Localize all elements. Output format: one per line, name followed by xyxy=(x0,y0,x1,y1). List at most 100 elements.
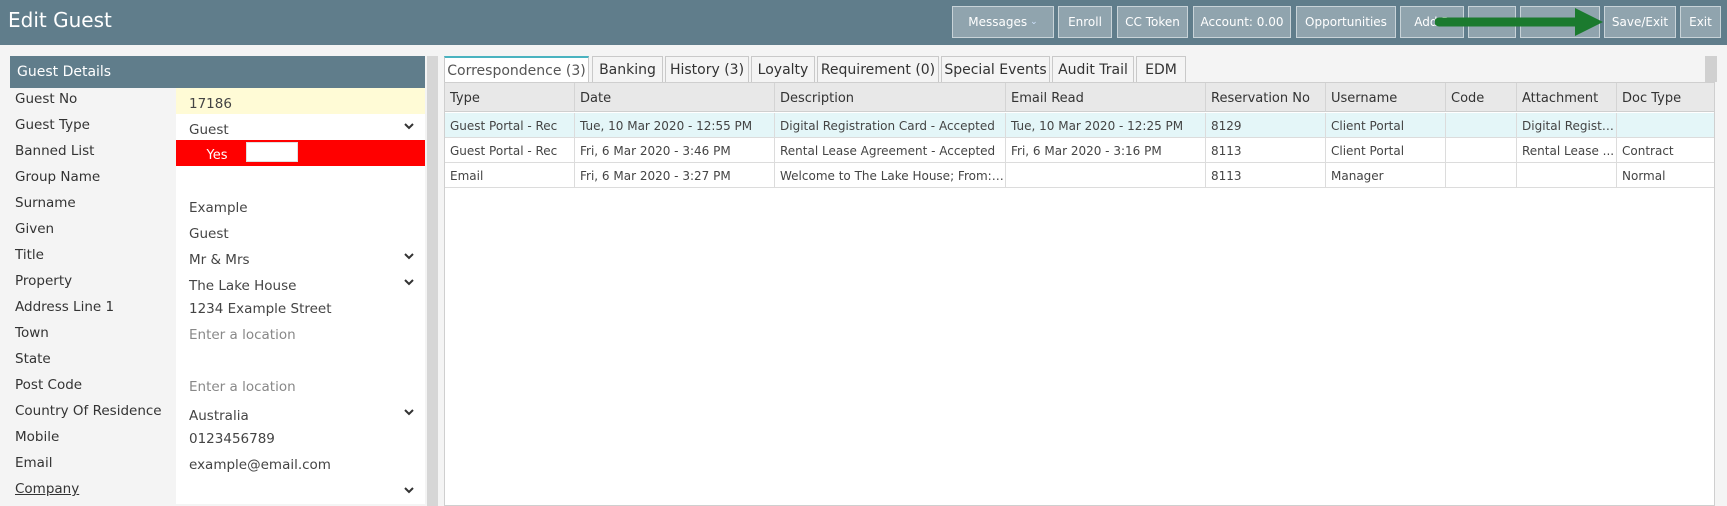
cell-attachment[interactable] xyxy=(1517,163,1617,188)
town-field[interactable]: Enter a location xyxy=(176,322,425,348)
field-row-address: Address Line 1 1234 Example Street xyxy=(10,296,425,322)
cell-doc-type: Contract xyxy=(1622,144,1674,158)
field-row-group-name: Group Name xyxy=(10,166,425,192)
cell-email-read xyxy=(1006,163,1206,188)
email-field[interactable]: example@email.com xyxy=(176,452,425,478)
field-label: Banned List xyxy=(10,140,176,166)
exit-button[interactable]: Exit xyxy=(1680,6,1721,38)
field-label: Country Of Residence xyxy=(10,400,176,426)
cell-email-read: Fri, 6 Mar 2020 - 3:16 PM xyxy=(1006,138,1206,163)
cell-code xyxy=(1446,113,1517,138)
field-label: Mobile xyxy=(10,426,176,452)
tab-requirement[interactable]: Requirement (0) xyxy=(817,56,939,82)
cell-username: Client Portal xyxy=(1326,113,1446,138)
table-row[interactable]: Guest Portal - Rec Fri, 6 Mar 2020 - 3:4… xyxy=(445,138,1714,163)
field-row-guest-type: Guest Type Guest xyxy=(10,114,425,140)
cell-reservation-no: 8113 xyxy=(1206,138,1326,163)
given-name-field[interactable]: Guest xyxy=(176,218,425,244)
column-header-attachment[interactable]: Attachment xyxy=(1517,83,1617,112)
guest-no-field[interactable]: 17186 xyxy=(176,88,425,114)
title-select[interactable]: Mr & Mrs xyxy=(176,244,425,270)
guest-type-select[interactable]: Guest xyxy=(176,114,425,140)
field-label: Given xyxy=(10,218,176,244)
messages-button[interactable]: Messages ⌄ xyxy=(952,6,1054,38)
field-row-country: Country Of Residence Australia xyxy=(10,400,425,426)
cell-code xyxy=(1446,163,1517,188)
column-header-description[interactable]: Description xyxy=(775,83,1006,112)
right-scrollbar[interactable] xyxy=(1705,56,1717,82)
enroll-button[interactable]: Enroll xyxy=(1058,6,1112,38)
country-select[interactable]: Australia xyxy=(176,400,425,426)
title-value: Mr & Mrs xyxy=(189,252,250,268)
field-row-mobile: Mobile 0123456789 xyxy=(10,426,425,452)
state-field[interactable] xyxy=(176,348,425,374)
column-header-doc-type[interactable]: Doc Type xyxy=(1617,83,1714,112)
country-value: Australia xyxy=(189,408,249,424)
field-label: Guest Type xyxy=(10,114,176,140)
column-header-date[interactable]: Date xyxy=(575,83,775,112)
group-name-field[interactable] xyxy=(176,166,425,192)
toolbar-button[interactable] xyxy=(1520,6,1600,38)
table-row[interactable]: Email Fri, 6 Mar 2020 - 3:27 PM Welcome … xyxy=(445,163,1714,188)
post-code-field[interactable]: Enter a location xyxy=(176,374,425,400)
toolbar-button[interactable] xyxy=(1468,6,1516,38)
left-scrollbar[interactable] xyxy=(427,56,438,506)
field-row-state: State xyxy=(10,348,425,374)
mobile-field[interactable]: 0123456789 xyxy=(176,426,425,452)
field-row-property: Property The Lake House xyxy=(10,270,425,296)
column-header-code[interactable]: Code xyxy=(1446,83,1517,112)
property-value: The Lake House xyxy=(189,278,297,294)
field-row-guest-no: Guest No 17186 xyxy=(10,88,425,114)
field-row-town: Town Enter a location xyxy=(10,322,425,348)
column-header-email-read[interactable]: Email Read xyxy=(1006,83,1206,112)
field-row-post-code: Post Code Enter a location xyxy=(10,374,425,400)
column-header-username[interactable]: Username xyxy=(1326,83,1446,112)
opportunities-button[interactable]: Opportunities xyxy=(1296,6,1396,38)
surname-field[interactable]: Example xyxy=(176,192,425,218)
cell-date: Tue, 10 Mar 2020 - 12:55 PM xyxy=(575,113,775,138)
chevron-down-icon xyxy=(404,253,414,260)
tab-audit-trail[interactable]: Audit Trail xyxy=(1052,56,1134,82)
guest-details-header: Guest Details xyxy=(10,56,425,88)
tab-correspondence[interactable]: Correspondence (3) xyxy=(444,56,589,83)
property-select[interactable]: The Lake House xyxy=(176,270,425,296)
field-label: State xyxy=(10,348,176,374)
table-row[interactable]: Guest Portal - Rec Tue, 10 Mar 2020 - 12… xyxy=(445,113,1714,138)
cell-description: Digital Registration Card - Accepted xyxy=(775,113,1006,138)
company-link[interactable]: Company xyxy=(10,478,176,504)
banned-list-toggle[interactable]: Yes xyxy=(176,140,425,166)
field-row-banned-list: Banned List Yes xyxy=(10,140,425,166)
company-select[interactable] xyxy=(176,478,425,504)
guest-type-value: Guest xyxy=(189,122,229,138)
cell-type: Guest Portal - Rec xyxy=(445,138,575,163)
column-header-type[interactable]: Type xyxy=(445,83,575,112)
address-line-1-field[interactable]: 1234 Example Street xyxy=(176,296,425,322)
cell-doc-type: Normal xyxy=(1622,169,1666,183)
tab-banking[interactable]: Banking xyxy=(592,56,663,82)
chevron-down-icon xyxy=(404,409,414,416)
column-header-reservation-no[interactable]: Reservation No xyxy=(1206,83,1326,112)
field-label: Group Name xyxy=(10,166,176,192)
chevron-down-icon xyxy=(404,123,414,130)
toggle-knob[interactable] xyxy=(246,142,298,162)
field-label: Guest No xyxy=(10,88,176,114)
field-label: Title xyxy=(10,244,176,270)
field-row-email: Email example@email.com xyxy=(10,452,425,478)
account-button[interactable]: Account: 0.00 xyxy=(1193,6,1291,38)
field-row-company: Company xyxy=(10,478,425,504)
tab-edm[interactable]: EDM xyxy=(1136,56,1186,82)
cell-doc-type xyxy=(1617,113,1714,138)
cell-reservation-no: 8129 xyxy=(1206,113,1326,138)
tab-special-events[interactable]: Special Events xyxy=(941,56,1050,82)
add-button[interactable]: Add R xyxy=(1400,6,1464,38)
save-exit-button[interactable]: Save/Exit xyxy=(1604,6,1676,38)
cell-attachment[interactable]: Rental Lease ... xyxy=(1517,138,1617,163)
field-label: Town xyxy=(10,322,176,348)
cc-token-button[interactable]: CC Token xyxy=(1117,6,1188,38)
tab-loyalty[interactable]: Loyalty xyxy=(751,56,815,82)
cell-date: Fri, 6 Mar 2020 - 3:46 PM xyxy=(575,138,775,163)
cell-username: Client Portal xyxy=(1326,138,1446,163)
field-row-surname: Surname Example xyxy=(10,192,425,218)
tab-history[interactable]: History (3) xyxy=(665,56,749,82)
cell-attachment[interactable]: Digital Registr... xyxy=(1517,113,1617,138)
